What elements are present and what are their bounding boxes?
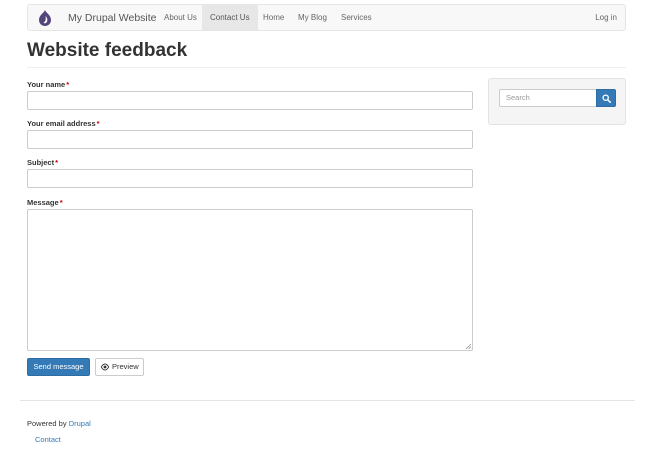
preview-button[interactable]: Preview xyxy=(95,358,144,376)
name-input[interactable] xyxy=(27,91,473,110)
top-navbar: My Drupal Website About Us Contact Us Ho… xyxy=(27,4,626,31)
page-title: Website feedback xyxy=(27,40,188,61)
required-marker: * xyxy=(55,158,59,167)
search-button[interactable] xyxy=(596,89,616,107)
subject-input[interactable] xyxy=(27,169,473,188)
nav-item-my-blog[interactable]: My Blog xyxy=(290,5,335,30)
nav-item-services[interactable]: Services xyxy=(333,5,380,30)
email-field-label: Your email address* xyxy=(27,119,100,128)
nav-item-about-us[interactable]: About Us xyxy=(156,5,205,30)
drupal-link[interactable]: Drupal xyxy=(69,419,91,428)
nav-item-contact-us[interactable]: Contact Us xyxy=(202,5,258,30)
message-textarea[interactable] xyxy=(27,209,473,351)
preview-button-label: Preview xyxy=(112,362,139,371)
eye-icon xyxy=(101,363,109,371)
footer-divider xyxy=(20,400,635,401)
required-marker: * xyxy=(66,80,70,89)
required-marker: * xyxy=(96,119,100,128)
footer-contact-link[interactable]: Contact xyxy=(35,435,61,444)
nav-item-home[interactable]: Home xyxy=(255,5,292,30)
search-input[interactable]: Search xyxy=(499,89,596,107)
title-divider xyxy=(27,67,626,68)
send-message-button[interactable]: Send message xyxy=(27,358,90,376)
email-input[interactable] xyxy=(27,130,473,149)
subject-field-label: Subject* xyxy=(27,158,59,167)
resize-grip-icon[interactable] xyxy=(465,343,471,349)
message-field-label: Message* xyxy=(27,198,63,207)
required-marker: * xyxy=(59,198,63,207)
sidebar-search-block: Search xyxy=(488,78,626,125)
name-field-label: Your name* xyxy=(27,80,70,89)
login-link[interactable]: Log in xyxy=(595,5,617,30)
powered-by-text: Powered by Drupal xyxy=(27,419,91,428)
drupal-drop-icon[interactable] xyxy=(38,10,52,26)
site-name-link[interactable]: My Drupal Website xyxy=(68,12,157,24)
search-icon xyxy=(602,94,611,103)
